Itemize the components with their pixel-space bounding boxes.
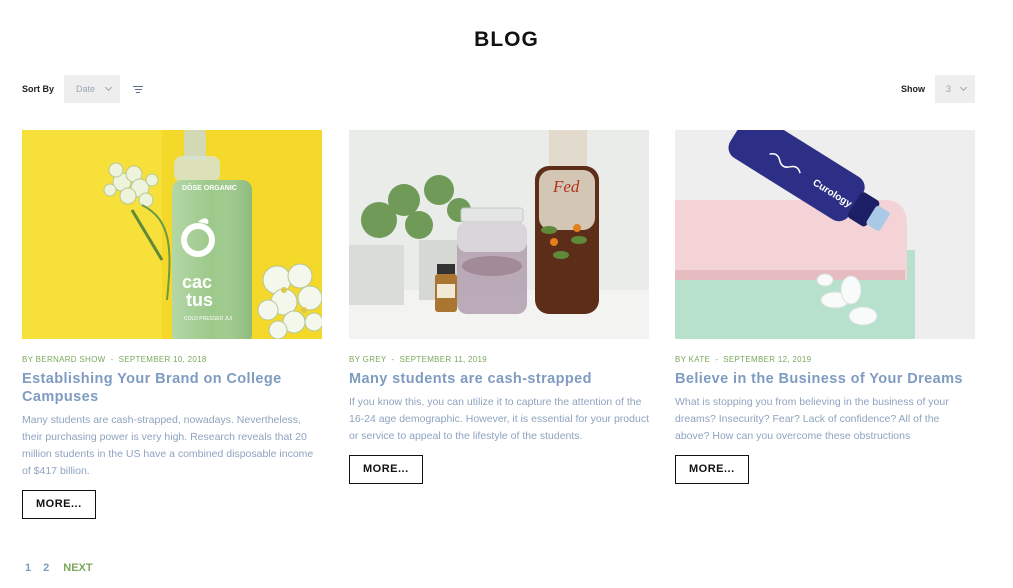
author-link[interactable]: BERNARD SHOW [36,355,106,364]
sort-order-icon[interactable] [132,83,144,95]
chevron-down-icon [959,83,968,92]
post-meta: BY GREY - SEPTEMBER 11, 2019 [349,355,487,364]
show-select-value: 3 [946,84,952,94]
author-prefix: BY [675,355,687,364]
more-button[interactable]: MORE... [349,455,423,484]
post-date: SEPTEMBER 11, 2019 [399,355,487,364]
sort-toolbar: Sort By Date [22,75,144,103]
post-meta: BY BERNARD SHOW - SEPTEMBER 10, 2018 [22,355,207,364]
skincare-image: Curology [675,130,975,339]
more-button[interactable]: MORE... [675,455,749,484]
show-select[interactable]: 3 [935,75,975,103]
post-excerpt: If you know this, you can utilize it to … [349,396,649,442]
sort-select[interactable]: Date [64,75,121,103]
post-date: SEPTEMBER 10, 2018 [118,355,207,364]
post-excerpt: What is stopping you from believing in t… [675,396,949,442]
chevron-down-icon [104,83,113,92]
more-button[interactable]: MORE... [22,490,96,519]
sort-select-value: Date [76,84,96,94]
page-link-2[interactable]: 2 [43,562,49,574]
post-title[interactable]: Many students are cash-strapped [349,370,649,388]
bottle-brand: DŌSE ORGANIC [182,184,237,192]
author-link[interactable]: KATE [689,355,711,364]
blog-card: Curology BY KATE - SEPTEMBER 12, 2019 Be… [675,130,975,484]
blog-card: DŌSE ORGANIC cac tus COLD PRESSED JUI BY… [22,130,322,519]
post-date: SEPTEMBER 12, 2019 [723,355,812,364]
post-image[interactable]: Curology [675,130,975,339]
bottle-word-1: cac [182,272,212,292]
pagination: 1 2 NEXT [25,562,93,574]
next-page-link[interactable]: NEXT [63,562,92,574]
bottle-word-2: tus [186,290,213,310]
page-title: BLOG [474,28,539,51]
author-prefix: BY [22,355,34,364]
bottle-word: Fed [552,177,580,196]
post-title[interactable]: Establishing Your Brand on College Campu… [22,370,322,406]
show-toolbar: Show 3 [901,75,975,103]
post-image[interactable]: DŌSE ORGANIC cac tus COLD PRESSED JUI [22,130,322,339]
smoothie-image: Fed [349,130,649,339]
page-link-1[interactable]: 1 [25,562,31,574]
post-title[interactable]: Believe in the Business of Your Dreams [675,370,975,388]
cactus-juice-image: DŌSE ORGANIC cac tus COLD PRESSED JUI [22,130,322,339]
post-meta: BY KATE - SEPTEMBER 12, 2019 [675,355,812,364]
author-link[interactable]: GREY [363,355,387,364]
bottle-caption: COLD PRESSED JUI [184,316,232,322]
sort-label: Sort By [22,84,55,94]
author-prefix: BY [349,355,361,364]
blog-card: Fed BY GREY - SEPTEMBER 11, 2019 Many st… [349,130,649,484]
post-excerpt: Many students are cash-strapped, nowaday… [22,414,314,477]
show-label: Show [901,84,925,94]
post-image[interactable]: Fed [349,130,649,339]
